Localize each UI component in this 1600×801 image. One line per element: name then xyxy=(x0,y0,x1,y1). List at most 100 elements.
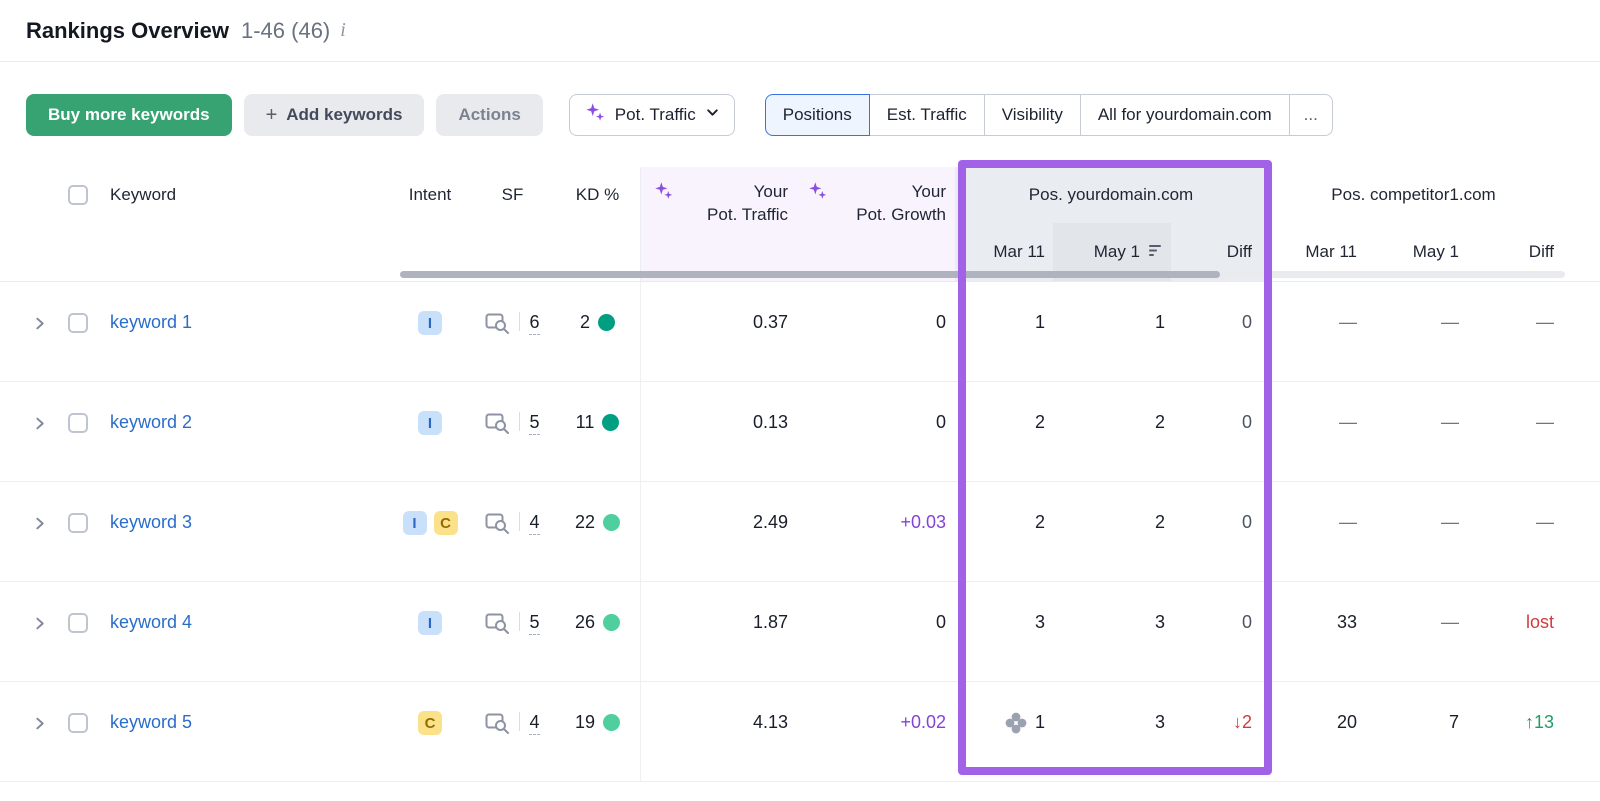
intent-badge-commercial: C xyxy=(418,711,442,735)
kd-level-dot xyxy=(598,314,615,331)
cell-yourdomain-mar11: 1 xyxy=(955,682,1053,781)
metric-dropdown[interactable]: Pot. Traffic xyxy=(568,93,735,136)
select-all-checkbox[interactable] xyxy=(68,185,88,205)
rankings-overview-page: Rankings Overview 1-46 (46) i Buy more k… xyxy=(0,0,1600,801)
keyword-link[interactable]: keyword 4 xyxy=(110,612,192,633)
table-row: keyword 1 I 6 2 0.37 0 1 1 0 — — — xyxy=(0,282,1600,382)
expand-row-icon[interactable] xyxy=(32,516,47,531)
column-header-keyword[interactable]: Keyword xyxy=(98,167,390,223)
cell-pot-traffic: 0.37 xyxy=(640,282,795,381)
cell-yourdomain-mar11: 3 xyxy=(1034,612,1045,632)
keyword-link[interactable]: keyword 1 xyxy=(110,312,192,333)
row-checkbox[interactable] xyxy=(68,513,88,533)
column-header-sf[interactable]: SF xyxy=(470,167,555,223)
cell-pot-traffic: 0.13 xyxy=(640,382,795,481)
keyword-link[interactable]: keyword 2 xyxy=(110,412,192,433)
cell-competitor-mar11: — xyxy=(1339,312,1357,332)
cell-yourdomain-may1: 3 xyxy=(1154,712,1165,732)
toolbar: Buy more keywords + Add keywords Actions… xyxy=(0,62,1600,167)
serp-features-icon[interactable] xyxy=(485,513,510,534)
cell-competitor-diff: — xyxy=(1536,512,1554,532)
cell-yourdomain-may1: 2 xyxy=(1154,412,1165,432)
table-row: keyword 5 C 4 19 4.13 +0.02 1 3 ↓2 20 7 … xyxy=(0,682,1600,782)
table-row: keyword 4 I 5 26 1.87 0 3 3 0 33 — lost xyxy=(0,582,1600,682)
cell-competitor-diff: — xyxy=(1536,312,1554,332)
row-checkbox[interactable] xyxy=(68,413,88,433)
info-icon[interactable]: i xyxy=(340,19,346,42)
tab-visibility[interactable]: Visibility xyxy=(983,93,1081,136)
cell-competitor-may1: — xyxy=(1441,412,1459,432)
expand-row-icon[interactable] xyxy=(32,616,47,631)
column-group-yourdomain: Pos. yourdomain.com xyxy=(955,167,1267,223)
actions-button[interactable]: Actions xyxy=(436,93,543,136)
cell-yourdomain-may1: 3 xyxy=(1154,612,1165,632)
serp-features-icon[interactable] xyxy=(485,313,510,334)
row-checkbox[interactable] xyxy=(68,313,88,333)
cell-yourdomain-may1: 2 xyxy=(1154,512,1165,532)
cell-competitor-diff: — xyxy=(1536,412,1554,432)
kd-value: 19 xyxy=(574,712,596,732)
tab-all-for-yourdomain[interactable]: All for yourdomain.com xyxy=(1079,93,1290,136)
column-header-intent[interactable]: Intent xyxy=(390,167,470,223)
serp-feature-position-icon[interactable] xyxy=(1005,712,1027,734)
cell-pot-growth: 0 xyxy=(935,612,946,632)
serp-features-icon[interactable] xyxy=(485,713,510,734)
keyword-link[interactable]: keyword 3 xyxy=(110,512,192,533)
column-header-kd[interactable]: KD % xyxy=(555,167,640,223)
cell-competitor-may1: 7 xyxy=(1448,712,1459,732)
cell-pot-growth: 0 xyxy=(935,312,946,332)
page-title: Rankings Overview xyxy=(26,17,229,43)
expand-row-icon[interactable] xyxy=(32,416,47,431)
scrollbar-thumb[interactable] xyxy=(400,271,1220,278)
sf-count[interactable]: 5 xyxy=(529,412,540,435)
divider xyxy=(519,412,521,431)
cell-yourdomain-diff: 0 xyxy=(1241,512,1252,532)
cell-yourdomain-diff: ↓2 xyxy=(1232,712,1252,732)
cell-pot-growth: +0.03 xyxy=(900,512,946,532)
cell-competitor-mar11: 20 xyxy=(1336,712,1357,732)
pot-growth-label-line2: Pot. Growth xyxy=(856,205,946,224)
ai-sparkle-icon xyxy=(584,101,606,128)
tab-est-traffic[interactable]: Est. Traffic xyxy=(868,93,985,136)
sf-count[interactable]: 4 xyxy=(529,712,540,735)
cell-yourdomain-mar11: 2 xyxy=(1034,412,1045,432)
cell-yourdomain-may1: 1 xyxy=(1154,312,1165,332)
cell-yourdomain-diff: 0 xyxy=(1241,312,1252,332)
tab-positions[interactable]: Positions xyxy=(764,93,870,136)
sf-count[interactable]: 4 xyxy=(529,512,540,535)
buy-more-keywords-button[interactable]: Buy more keywords xyxy=(26,93,232,136)
chevron-down-icon xyxy=(705,105,720,125)
expand-row-icon[interactable] xyxy=(32,716,47,731)
cell-pot-growth: 0 xyxy=(935,412,946,432)
row-checkbox[interactable] xyxy=(68,713,88,733)
kd-value: 11 xyxy=(575,412,595,432)
cell-competitor-mar11: 33 xyxy=(1336,612,1357,632)
cell-pot-traffic: 2.49 xyxy=(640,482,795,581)
tab-more-options[interactable]: ... xyxy=(1288,93,1333,136)
column-header-pot-growth[interactable]: Your Pot. Growth xyxy=(795,167,955,281)
row-checkbox[interactable] xyxy=(68,613,88,633)
sf-count[interactable]: 6 xyxy=(529,312,540,335)
plus-icon: + xyxy=(265,103,278,126)
pot-growth-label-line1: Your xyxy=(911,182,946,201)
serp-features-icon[interactable] xyxy=(485,613,510,634)
kd-level-dot xyxy=(603,614,621,631)
results-count: 1-46 (46) xyxy=(240,17,331,43)
sf-count[interactable]: 5 xyxy=(529,612,540,635)
cell-competitor-may1: — xyxy=(1441,512,1459,532)
cell-yourdomain-diff: 0 xyxy=(1241,612,1252,632)
intent-badge-informational: I xyxy=(418,411,442,435)
table-row: keyword 2 I 5 11 0.13 0 2 2 0 — — — xyxy=(0,382,1600,482)
expand-row-icon[interactable] xyxy=(32,316,47,331)
cell-competitor-mar11: — xyxy=(1339,512,1357,532)
serp-features-icon[interactable] xyxy=(485,413,510,434)
keyword-link[interactable]: keyword 5 xyxy=(110,712,192,733)
column-header-pot-traffic[interactable]: Your Pot. Traffic xyxy=(640,167,795,281)
horizontal-scrollbar[interactable] xyxy=(400,271,1565,278)
kd-value: 26 xyxy=(574,612,596,632)
divider xyxy=(519,312,521,331)
add-keywords-button[interactable]: + Add keywords xyxy=(243,93,425,136)
add-keywords-label: Add keywords xyxy=(286,104,403,124)
table-row: keyword 3 I C 4 22 2.49 +0.03 2 2 0 — — … xyxy=(0,482,1600,582)
intent-badge-informational: I xyxy=(418,311,442,335)
